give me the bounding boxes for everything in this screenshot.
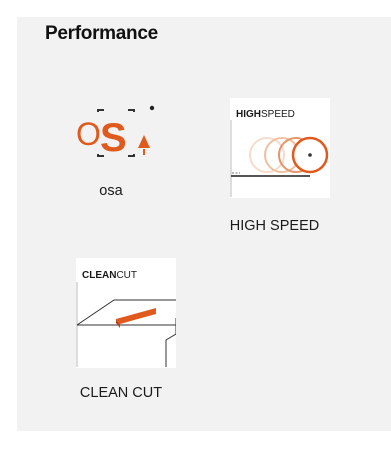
- osa-logo-letter-o: O: [76, 116, 101, 152]
- triangle-icon: [138, 135, 150, 148]
- feature-label-clean-cut: CLEAN CUT: [79, 385, 163, 401]
- cut-mark-icon: [116, 308, 156, 324]
- feature-clean-cut: CLEANCUT CLEAN CUT: [56, 258, 186, 428]
- feature-label-high-speed: HIGH SPEED: [229, 218, 320, 234]
- feature-high-speed: HIGHSPEED HIGH SPEED: [207, 98, 342, 263]
- triangle-stem: [143, 149, 145, 155]
- dot-icon: [149, 105, 155, 111]
- clean-cut-icon: CLEANCUT: [76, 258, 176, 368]
- section-title: Performance: [45, 23, 158, 44]
- high-speed-caption: HIGHSPEED: [236, 109, 295, 120]
- osa-logo-icon: O S: [76, 105, 155, 160]
- blade-center-dot: [308, 153, 312, 157]
- osa-logo-letter-s: S: [100, 116, 127, 160]
- clean-cut-caption: CLEANCUT: [82, 270, 137, 281]
- feature-osa: O S osa: [56, 98, 166, 199]
- high-speed-icon: HIGHSPEED: [230, 98, 330, 198]
- feature-label-osa: osa: [99, 183, 123, 199]
